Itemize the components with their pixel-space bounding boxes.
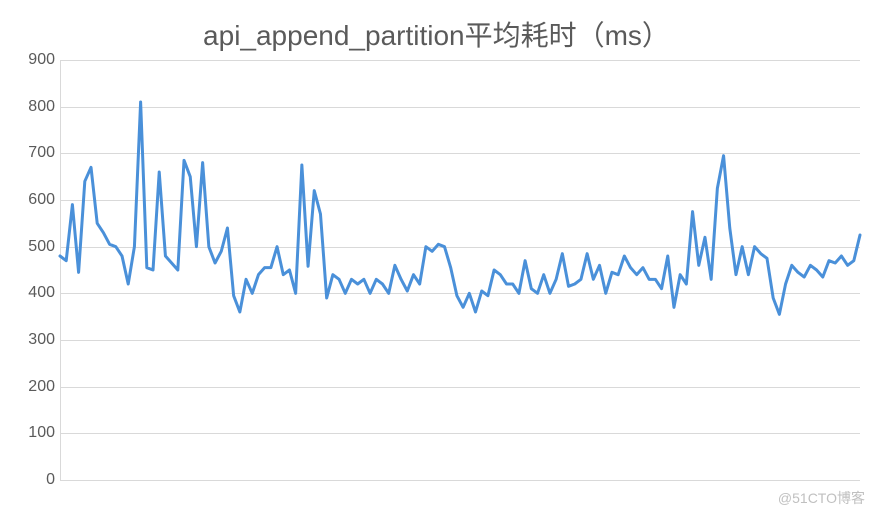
y-tick-label: 600 <box>5 191 55 209</box>
watermark: @51CTO博客 <box>778 488 865 508</box>
y-tick-label: 0 <box>5 471 55 489</box>
chart-title: api_append_partition平均耗时（ms） <box>0 14 873 54</box>
line-chart <box>60 60 860 480</box>
data-series-line <box>60 102 860 314</box>
y-tick-label: 700 <box>5 144 55 162</box>
y-tick-label: 300 <box>5 331 55 349</box>
y-tick-label: 100 <box>5 424 55 442</box>
y-tick-label: 900 <box>5 51 55 69</box>
chart-container: api_append_partition平均耗时（ms） 0 100 200 300 4… <box>0 0 873 514</box>
y-tick-label: 800 <box>5 98 55 116</box>
grid-line <box>60 480 860 481</box>
y-tick-label: 400 <box>5 284 55 302</box>
y-tick-label: 500 <box>5 238 55 256</box>
y-tick-label: 200 <box>5 378 55 396</box>
